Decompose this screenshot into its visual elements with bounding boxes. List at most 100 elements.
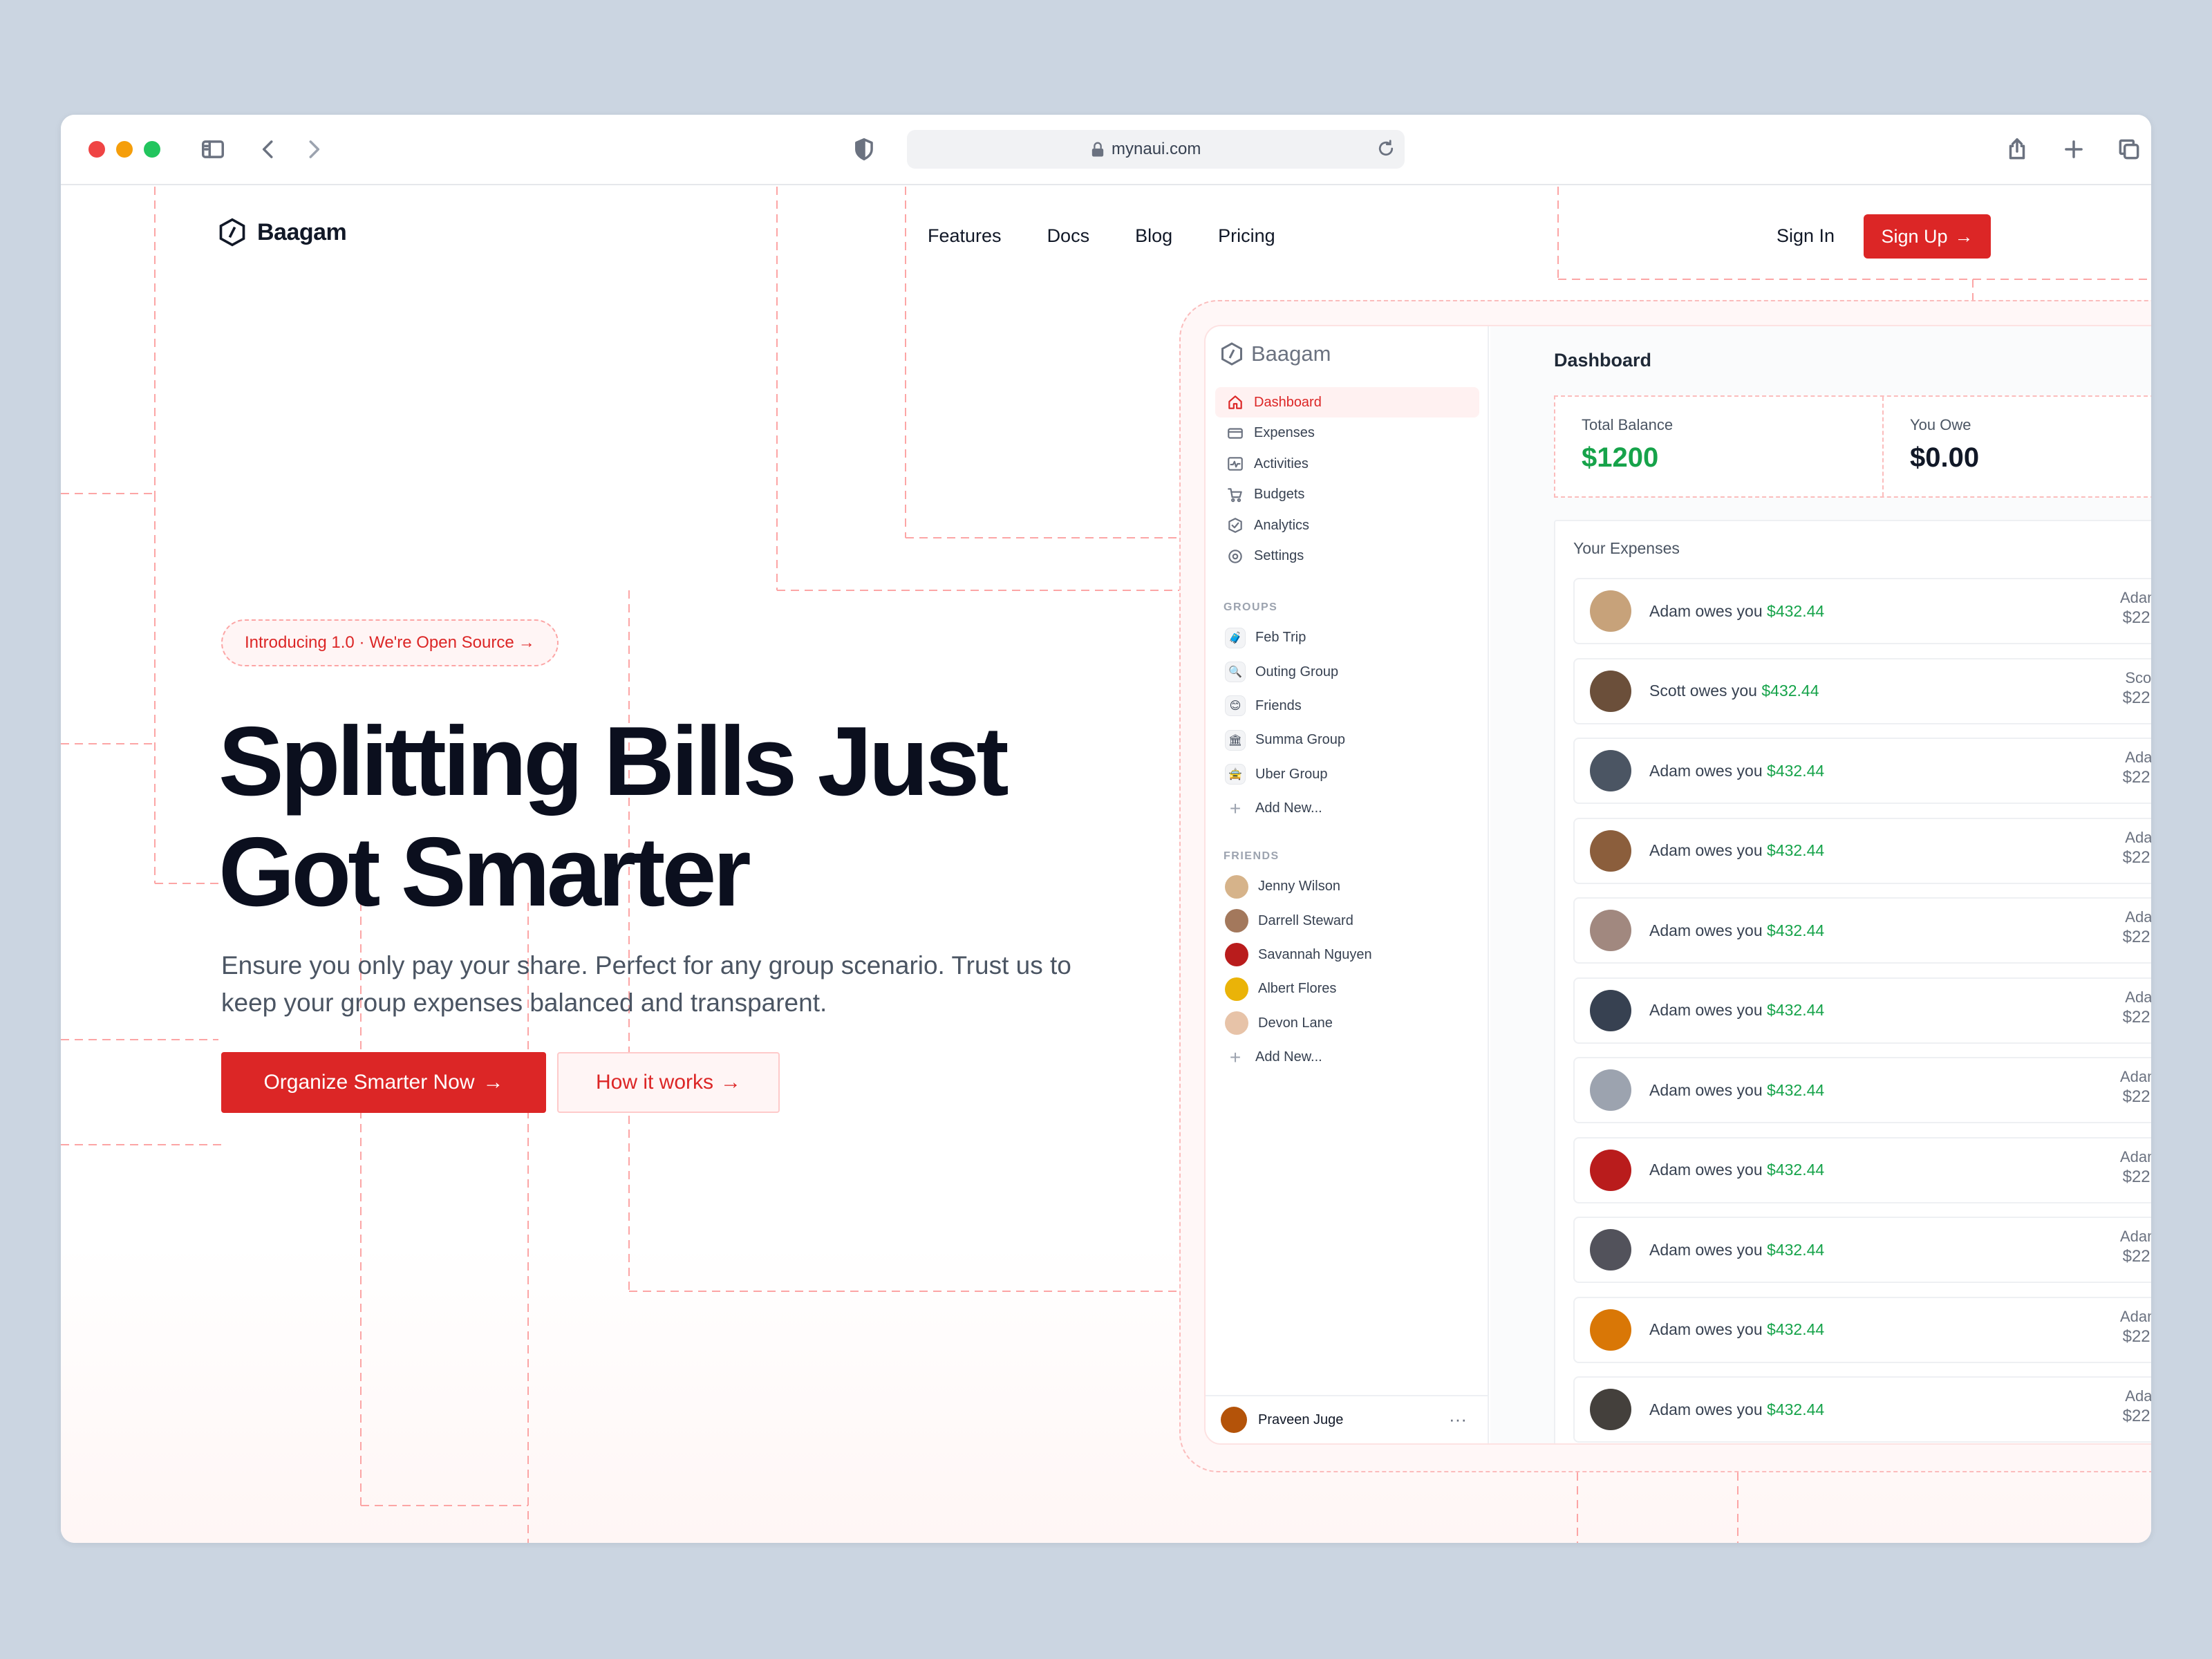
minimize-window-button[interactable]	[116, 141, 133, 158]
expense-description: Adam owes you	[1649, 761, 1763, 780]
avatar	[1225, 943, 1248, 967]
expense-row[interactable]: Adam owes you $432.44Adam I$22.00	[1573, 897, 2151, 964]
back-icon[interactable]	[252, 133, 285, 166]
friends-list: Jenny Wilson Darrell Steward Savannah Ng…	[1218, 870, 1481, 1074]
groups-list: 🧳 Feb Trip 🔍 Outing Group 😊 Friends 🏛 Su…	[1218, 621, 1481, 825]
privacy-shield-icon[interactable]	[847, 133, 881, 166]
announcement-text: Introducing 1.0 · We're Open Source	[245, 633, 514, 652]
expense-description: Scott owes you	[1649, 682, 1757, 700]
expense-detail-name: Adam I	[2125, 828, 2151, 846]
nav-link-docs[interactable]: Docs	[1047, 225, 1090, 247]
avatar	[1590, 590, 1631, 632]
organize-smarter-button[interactable]: Organize Smarter Now →	[221, 1052, 546, 1113]
expense-detail: Adam I$22.00	[2104, 829, 2151, 868]
expense-text: Adam owes you $432.44	[1649, 841, 1824, 860]
avatar	[1590, 989, 1631, 1031]
group-item[interactable]: 🧳 Feb Trip	[1218, 621, 1481, 655]
expense-text: Adam owes you $432.44	[1649, 602, 1824, 621]
expense-row[interactable]: Adam owes you $432.44 Adam F $22.00	[1573, 1296, 2151, 1363]
expense-detail-name: Adam F	[2119, 589, 2151, 606]
announcement-badge[interactable]: Introducing 1.0 · We're Open Source →	[221, 619, 559, 666]
reload-icon[interactable]	[1376, 138, 1398, 160]
forward-icon[interactable]	[297, 133, 330, 166]
expense-description: Adam owes you	[1649, 841, 1763, 859]
hero-subtitle: Ensure you only pay your share. Perfect …	[221, 951, 1071, 1017]
how-it-works-button[interactable]: How it works →	[557, 1052, 780, 1113]
friend-item[interactable]: Devon Lane	[1218, 1006, 1481, 1040]
maximize-window-button[interactable]	[144, 141, 160, 158]
expense-amount: $432.44	[1767, 761, 1825, 780]
group-item[interactable]: 🔍 Outing Group	[1218, 655, 1481, 688]
sign-up-button[interactable]: Sign Up →	[1864, 214, 1991, 259]
expense-amount: $432.44	[1767, 841, 1825, 859]
nav-link-pricing[interactable]: Pricing	[1218, 225, 1275, 247]
browser-window: mynaui.com Baagam Features Docs Blog Pri…	[61, 115, 2151, 1543]
group-item[interactable]: 🏛 Summa Group	[1218, 723, 1481, 757]
menu-label: Settings	[1254, 548, 1304, 563]
balance-stats: Total Balance $1200 You Owe $0.00	[1554, 395, 2151, 498]
hero-title-line-2: Got Smarter	[218, 817, 751, 927]
menu-item-dashboard[interactable]: Dashboard	[1215, 387, 1479, 418]
expense-row[interactable]: Adam owes you $432.44 Adam F $22.00	[1573, 1057, 2151, 1123]
add-group-item[interactable]: + Add New...	[1218, 791, 1481, 825]
user-profile-footer[interactable]: Praveen Juge ···	[1206, 1395, 1488, 1443]
menu-item-expenses[interactable]: Expenses	[1215, 418, 1479, 449]
sign-in-link[interactable]: Sign In	[1777, 225, 1835, 247]
expense-detail-value: $22.00	[2122, 1007, 2151, 1027]
tabs-overview-icon[interactable]	[2112, 133, 2146, 166]
nav-link-features[interactable]: Features	[928, 225, 1002, 247]
friend-item[interactable]: Jenny Wilson	[1218, 870, 1481, 903]
group-item[interactable]: 🚖 Uber Group	[1218, 758, 1481, 791]
expense-row[interactable]: Adam owes you $432.44Adam I$22.00	[1573, 977, 2151, 1044]
sidebar-toggle-icon[interactable]	[196, 133, 229, 166]
add-friend-item[interactable]: + Add New...	[1218, 1040, 1481, 1074]
expense-text: Scott owes you $432.44	[1649, 682, 1819, 700]
expense-amount: $432.44	[1767, 601, 1825, 620]
group-item[interactable]: 😊 Friends	[1218, 689, 1481, 723]
brand-name: Baagam	[257, 218, 347, 245]
menu-label: Dashboard	[1254, 394, 1322, 410]
expense-description: Adam owes you	[1649, 1001, 1763, 1019]
address-bar[interactable]: mynaui.com	[907, 130, 1405, 169]
menu-item-budgets[interactable]: Budgets	[1215, 480, 1479, 510]
expense-row[interactable]: Adam owes you $432.44 Adam I$22.00	[1573, 817, 2151, 884]
share-icon[interactable]	[2000, 133, 2034, 166]
avatar	[1225, 977, 1248, 1001]
expense-detail-name: Adam F	[2119, 1307, 2151, 1325]
url-text: mynaui.com	[1112, 140, 1201, 158]
expense-row[interactable]: Scott owes you $432.44 Scott F $22.00	[1573, 657, 2151, 724]
expense-amount: $432.44	[1767, 1400, 1825, 1418]
total-balance-label: Total Balance	[1582, 416, 1674, 433]
expense-row[interactable]: Adam owes you $432.44 Adam I$22.00	[1573, 738, 2151, 804]
expense-text: Adam owes you $432.44	[1649, 762, 1824, 780]
you-owe-label: You Owe	[1910, 416, 1971, 433]
friend-item[interactable]: Albert Flores	[1218, 972, 1481, 1006]
expense-detail-value: $22.00	[2122, 1327, 2151, 1346]
app-brand-name: Baagam	[1251, 341, 1331, 366]
cart-icon	[1228, 487, 1242, 502]
hero-title: Splitting Bills Just Got Smarter	[218, 706, 1117, 928]
expense-row[interactable]: Adam owes you $432.44 Adam F $22.00	[1573, 578, 2151, 644]
expense-amount: $432.44	[1767, 1320, 1825, 1338]
expense-description: Adam owes you	[1649, 601, 1763, 620]
close-window-button[interactable]	[88, 141, 105, 158]
sign-up-label: Sign Up	[1881, 225, 1948, 247]
expense-row[interactable]: Adam owes you $432.44 Adam F $22.00	[1573, 1217, 2151, 1283]
new-tab-icon[interactable]	[2057, 133, 2090, 166]
nav-link-blog[interactable]: Blog	[1135, 225, 1172, 247]
expense-row[interactable]: Adam owes you $432.44 Adam F $22.00	[1573, 1136, 2151, 1203]
menu-item-activities[interactable]: Activities	[1215, 449, 1479, 479]
app-brand-logo[interactable]: Baagam	[1219, 341, 1331, 366]
expense-row[interactable]: Adam owes you $432.44Adam I$22.00	[1573, 1376, 2151, 1443]
more-options-icon[interactable]: ···	[1449, 1409, 1467, 1430]
friend-item[interactable]: Darrell Steward	[1218, 903, 1481, 937]
dashboard-main: Dashboard Total Balance $1200 You Owe $0…	[1490, 326, 2151, 1443]
brand-logo[interactable]: Baagam	[217, 217, 347, 247]
organize-smarter-label: Organize Smarter Now	[263, 1071, 475, 1094]
expense-detail: Scott F $22.00	[2104, 669, 2151, 708]
menu-item-analytics[interactable]: Analytics	[1215, 510, 1479, 541]
menu-item-settings[interactable]: Settings	[1215, 541, 1479, 572]
avatar	[1590, 1309, 1631, 1351]
friend-item[interactable]: Savannah Nguyen	[1218, 938, 1481, 972]
expense-detail: Adam I$22.00	[2104, 749, 2151, 787]
